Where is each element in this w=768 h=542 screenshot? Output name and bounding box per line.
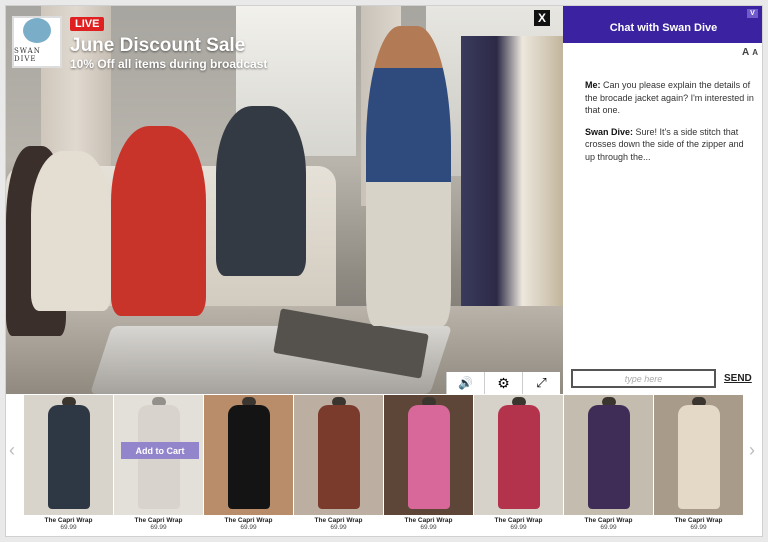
scene-person bbox=[111, 126, 206, 316]
product-name: The Capri Wrap bbox=[494, 517, 543, 524]
live-shopping-widget: SWAN DIVE LIVE June Discount Sale 10% Of… bbox=[5, 5, 763, 537]
garment-shape bbox=[48, 405, 90, 509]
product-price: 69.99 bbox=[60, 524, 77, 531]
garment-shape bbox=[498, 405, 540, 509]
product-name: The Capri Wrap bbox=[224, 517, 273, 524]
product-price: 69.99 bbox=[330, 524, 347, 531]
product-list: The Capri Wrap 69.99 Add to Cart The Capri … bbox=[24, 395, 743, 531]
scene-clothing-rack bbox=[461, 36, 563, 336]
garment-shape bbox=[678, 405, 720, 509]
garment-shape bbox=[408, 405, 450, 509]
product-price: 69.99 bbox=[240, 524, 257, 531]
product-image[interactable] bbox=[654, 395, 743, 515]
product-name: The Capri Wrap bbox=[674, 517, 723, 524]
product-name: The Capri Wrap bbox=[404, 517, 453, 524]
font-smaller-button[interactable]: A bbox=[752, 48, 758, 57]
garment-shape bbox=[228, 405, 270, 509]
product-carousel: ‹ The Capri Wrap 69.99 Add to Cart The Capr… bbox=[6, 395, 762, 536]
product-price: 69.99 bbox=[690, 524, 707, 531]
product-name: The Capri Wrap bbox=[584, 517, 633, 524]
chat-header: Chat with Swan Dive V bbox=[563, 6, 762, 43]
font-size-controls: AA bbox=[739, 47, 758, 58]
chevron-left-icon[interactable]: ‹ bbox=[9, 440, 15, 461]
add-to-cart-button[interactable]: Add to Cart bbox=[121, 442, 199, 459]
product-image[interactable] bbox=[474, 395, 563, 515]
video-controls: 🔊 ⚙ ⤢ bbox=[446, 372, 560, 394]
broadcast-subtitle: 10% Off all items during broadcast bbox=[70, 57, 268, 71]
scene-presenter bbox=[366, 26, 451, 326]
broadcast-title: June Discount Sale bbox=[70, 35, 246, 56]
product-image[interactable] bbox=[204, 395, 293, 515]
chat-input[interactable]: type here bbox=[571, 369, 716, 388]
chevron-right-icon[interactable]: › bbox=[749, 440, 755, 461]
message-sender: Me: bbox=[585, 80, 601, 90]
chat-message: Me: Can you please explain the details o… bbox=[585, 79, 755, 117]
product-image[interactable] bbox=[294, 395, 383, 515]
product-price: 69.99 bbox=[150, 524, 167, 531]
product-name: The Capri Wrap bbox=[134, 517, 183, 524]
chat-messages: Me: Can you please explain the details o… bbox=[585, 79, 755, 172]
product-name: The Capri Wrap bbox=[44, 517, 93, 524]
settings-button[interactable]: ⚙ bbox=[484, 372, 522, 394]
product-card[interactable]: The Capri Wrap 69.99 bbox=[24, 395, 113, 531]
volume-icon: 🔊 bbox=[458, 376, 473, 390]
product-card[interactable]: The Capri Wrap 69.99 bbox=[384, 395, 473, 531]
live-video[interactable]: SWAN DIVE LIVE June Discount Sale 10% Of… bbox=[6, 6, 563, 394]
message-text: Can you please explain the details of th… bbox=[585, 80, 754, 115]
message-sender: Swan Dive: bbox=[585, 126, 634, 137]
logo-image bbox=[23, 18, 51, 43]
garment-shape bbox=[318, 405, 360, 509]
chat-title: Chat with Swan Dive bbox=[609, 21, 718, 34]
product-image[interactable] bbox=[384, 395, 473, 515]
chevron-down-icon[interactable]: V bbox=[747, 9, 758, 18]
product-price: 69.99 bbox=[420, 524, 437, 531]
live-badge: LIVE bbox=[70, 17, 105, 31]
scene-person bbox=[31, 151, 111, 311]
fullscreen-button[interactable]: ⤢ bbox=[522, 372, 560, 394]
product-card[interactable]: The Capri Wrap 69.99 bbox=[204, 395, 293, 531]
product-image[interactable] bbox=[564, 395, 653, 515]
gear-icon: ⚙ bbox=[497, 374, 510, 391]
product-card[interactable]: The Capri Wrap 69.99 bbox=[294, 395, 383, 531]
product-price: 69.99 bbox=[510, 524, 527, 531]
send-button[interactable]: SEND bbox=[724, 373, 752, 384]
scene-person bbox=[216, 106, 306, 276]
brand-logo: SWAN DIVE bbox=[12, 16, 62, 68]
logo-text: SWAN DIVE bbox=[14, 47, 41, 63]
font-larger-button[interactable]: A bbox=[742, 47, 749, 58]
product-card[interactable]: The Capri Wrap 69.99 bbox=[654, 395, 743, 531]
mannequin-neck bbox=[152, 397, 166, 407]
product-price: 69.99 bbox=[600, 524, 617, 531]
close-button[interactable]: X bbox=[534, 10, 550, 26]
chat-panel: Chat with Swan Dive V AA Me: Can you ple… bbox=[563, 6, 762, 394]
product-card[interactable]: The Capri Wrap 69.99 bbox=[564, 395, 653, 531]
chat-message: Swan Dive: Sure! It's a side stitch that… bbox=[585, 126, 755, 164]
product-image[interactable]: Add to Cart bbox=[114, 395, 203, 515]
volume-button[interactable]: 🔊 bbox=[446, 372, 484, 394]
product-name: The Capri Wrap bbox=[314, 517, 363, 524]
product-image[interactable] bbox=[24, 395, 113, 515]
expand-icon: ⤢ bbox=[536, 375, 547, 390]
product-card[interactable]: The Capri Wrap 69.99 bbox=[474, 395, 563, 531]
product-card[interactable]: Add to Cart The Capri Wrap 69.99 bbox=[114, 395, 203, 531]
garment-shape bbox=[588, 405, 630, 509]
garment-shape bbox=[138, 405, 180, 509]
